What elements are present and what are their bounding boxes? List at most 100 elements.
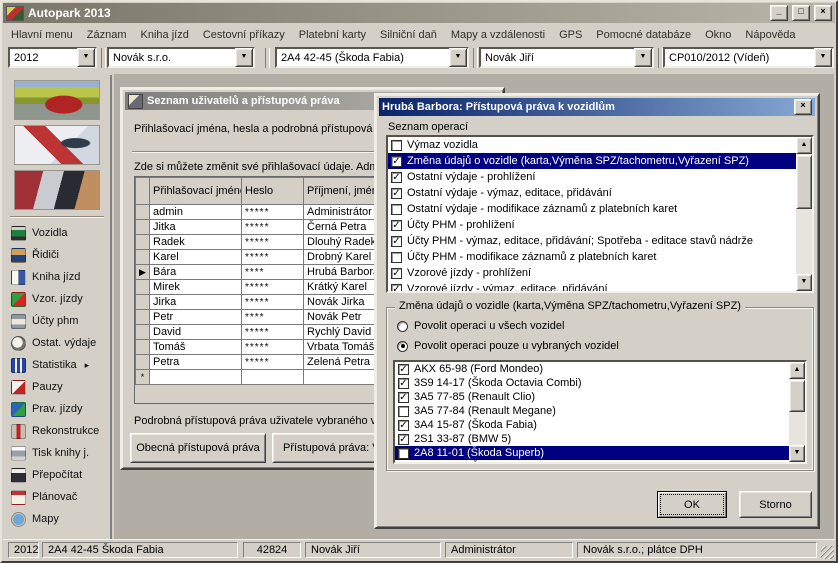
- operation-item[interactable]: ✓Vzorové jízdy - prohlížení: [388, 265, 796, 281]
- menu-napoveda[interactable]: Nápověda: [738, 28, 802, 42]
- operation-item[interactable]: ✓Účty PHM - prohlížení: [388, 217, 796, 233]
- password-cell[interactable]: *****: [242, 325, 304, 340]
- app-titlebar[interactable]: Autopark 2013 _ □ ×: [3, 3, 835, 23]
- menu-platebni-karty[interactable]: Platební karty: [292, 28, 373, 42]
- chevron-down-icon[interactable]: ▼: [449, 48, 467, 67]
- operation-item[interactable]: ✓Ostatní výdaje - prohlížení: [388, 169, 796, 185]
- scrollbar-thumb[interactable]: [796, 155, 812, 209]
- checkbox-icon[interactable]: ✓: [391, 284, 402, 294]
- maximize-button[interactable]: □: [792, 5, 810, 21]
- operation-item[interactable]: ✓Vzorové jízdy - výmaz, editace, přidává…: [388, 281, 796, 293]
- checkbox-icon[interactable]: ✓: [398, 434, 409, 445]
- new-row-marker-icon[interactable]: *: [136, 370, 150, 385]
- close-button[interactable]: ×: [814, 5, 832, 21]
- checkbox-icon[interactable]: [398, 448, 409, 459]
- radio-all-vehicles[interactable]: Povolit operaci u všech vozidel: [397, 320, 564, 332]
- operation-item-selected[interactable]: ✓Změna údajů o vozidle (karta,Výměna SPZ…: [388, 153, 796, 169]
- checkbox-icon[interactable]: ✓: [398, 392, 409, 403]
- row-selector[interactable]: [136, 220, 150, 235]
- operation-item[interactable]: ✓Účty PHM - výmaz, editace, přidávání; S…: [388, 233, 796, 249]
- radio-icon[interactable]: [397, 321, 408, 332]
- rights-dialog-titlebar[interactable]: Hrubá Barbora: Přístupová práva k vozidl…: [379, 98, 815, 116]
- sidebar-item-ucty-phm[interactable]: Účty phm: [4, 310, 110, 332]
- checkbox-icon[interactable]: ✓: [391, 268, 402, 279]
- menu-gps[interactable]: GPS: [552, 28, 589, 42]
- row-selector[interactable]: [136, 235, 150, 250]
- checkbox-icon[interactable]: ✓: [398, 378, 409, 389]
- vehicle-item[interactable]: ✓2A4 42-46 (Škoda Fabia): [395, 460, 789, 464]
- password-cell[interactable]: *****: [242, 295, 304, 310]
- scroll-up-icon[interactable]: ▲: [789, 362, 805, 379]
- chevron-down-icon[interactable]: ▼: [235, 48, 253, 67]
- sidebar-item-ostat-vydaje[interactable]: Ostat. výdaje: [4, 332, 110, 354]
- row-selector[interactable]: [136, 280, 150, 295]
- vehicle-item[interactable]: ✓2S1 33-87 (BMW 5): [395, 432, 789, 446]
- checkbox-icon[interactable]: ✓: [391, 236, 402, 247]
- checkbox-icon[interactable]: ✓: [398, 462, 409, 465]
- resize-grip[interactable]: [821, 546, 834, 559]
- vehicle-item[interactable]: 3A5 77-84 (Renault Megane): [395, 404, 789, 418]
- vehicles-scrollbar[interactable]: ▲ ▼: [789, 362, 805, 462]
- minimize-button[interactable]: _: [770, 5, 788, 21]
- checkbox-icon[interactable]: ✓: [398, 420, 409, 431]
- password-cell[interactable]: *****: [242, 250, 304, 265]
- year-combobox[interactable]: 2012 ▼: [8, 47, 97, 68]
- login-cell[interactable]: Jirka: [150, 295, 242, 310]
- row-selector[interactable]: [136, 250, 150, 265]
- password-cell[interactable]: ****: [242, 265, 304, 280]
- menu-mapy-a-vzdalenosti[interactable]: Mapy a vzdálenosti: [444, 28, 552, 42]
- sidebar-item-kniha-jizd[interactable]: Kniha jízd: [4, 266, 110, 288]
- menu-okno[interactable]: Okno: [698, 28, 738, 42]
- sidebar-item-mapy[interactable]: Mapy: [4, 508, 110, 530]
- operation-item[interactable]: Výmaz vozidla: [388, 137, 796, 153]
- login-cell[interactable]: Petra: [150, 355, 242, 370]
- sidebar-item-prav-jizdy[interactable]: Prav. jízdy: [4, 398, 110, 420]
- operations-scrollbar[interactable]: ▲ ▼: [796, 137, 812, 291]
- checkbox-icon[interactable]: ✓: [391, 172, 402, 183]
- scroll-down-icon[interactable]: ▼: [789, 445, 805, 462]
- scroll-up-icon[interactable]: ▲: [796, 137, 812, 154]
- login-cell[interactable]: Bára: [150, 265, 242, 280]
- col-header-password[interactable]: Heslo: [242, 178, 304, 205]
- driver-combobox[interactable]: Novák Jiří ▼: [479, 47, 654, 68]
- login-cell[interactable]: [150, 370, 242, 385]
- sidebar-item-statistika[interactable]: Statistika▸: [4, 354, 110, 376]
- login-cell[interactable]: Jitka: [150, 220, 242, 235]
- sidebar-item-prepocitat[interactable]: Přepočítat: [4, 464, 110, 486]
- password-cell[interactable]: *****: [242, 280, 304, 295]
- vehicle-combobox[interactable]: 2A4 42-45 (Škoda Fabia) ▼: [275, 47, 469, 68]
- chevron-down-icon[interactable]: ▼: [77, 48, 95, 67]
- menu-kniha-jizd[interactable]: Kniha jízd: [134, 28, 196, 42]
- password-cell[interactable]: *****: [242, 355, 304, 370]
- login-cell[interactable]: Karel: [150, 250, 242, 265]
- operation-item[interactable]: ✓Ostatní výdaje - výmaz, editace, přidáv…: [388, 185, 796, 201]
- col-header-login[interactable]: Přihlašovací jméno: [150, 178, 242, 205]
- checkbox-icon[interactable]: [398, 406, 409, 417]
- close-icon[interactable]: ×: [794, 99, 812, 115]
- radio-selected-icon[interactable]: [397, 341, 408, 352]
- checkbox-icon[interactable]: ✓: [398, 364, 409, 375]
- login-cell[interactable]: Petr: [150, 310, 242, 325]
- checkbox-icon[interactable]: ✓: [391, 220, 402, 231]
- row-selector[interactable]: [136, 205, 150, 220]
- scroll-down-icon[interactable]: ▼: [796, 274, 812, 291]
- password-cell[interactable]: *****: [242, 220, 304, 235]
- row-selector[interactable]: [136, 325, 150, 340]
- checkbox-icon[interactable]: ✓: [391, 188, 402, 199]
- sidebar-item-ridici[interactable]: Řidiči: [4, 244, 110, 266]
- menu-zaznam[interactable]: Záznam: [80, 28, 134, 42]
- checkbox-icon[interactable]: [391, 252, 402, 263]
- row-selector[interactable]: [136, 310, 150, 325]
- sidebar-item-planovac[interactable]: Plánovač: [4, 486, 110, 508]
- password-cell[interactable]: *****: [242, 235, 304, 250]
- checkbox-icon[interactable]: ✓: [391, 156, 402, 167]
- password-cell[interactable]: *****: [242, 340, 304, 355]
- chevron-down-icon[interactable]: ▼: [634, 48, 652, 67]
- password-cell[interactable]: [242, 370, 304, 385]
- password-cell[interactable]: *****: [242, 205, 304, 220]
- row-selector[interactable]: [136, 340, 150, 355]
- sidebar-item-rekonstrukce[interactable]: Rekonstrukce: [4, 420, 110, 442]
- login-cell[interactable]: Tomáš: [150, 340, 242, 355]
- login-cell[interactable]: Mirek: [150, 280, 242, 295]
- menu-pomocne-databaze[interactable]: Pomocné databáze: [589, 28, 698, 42]
